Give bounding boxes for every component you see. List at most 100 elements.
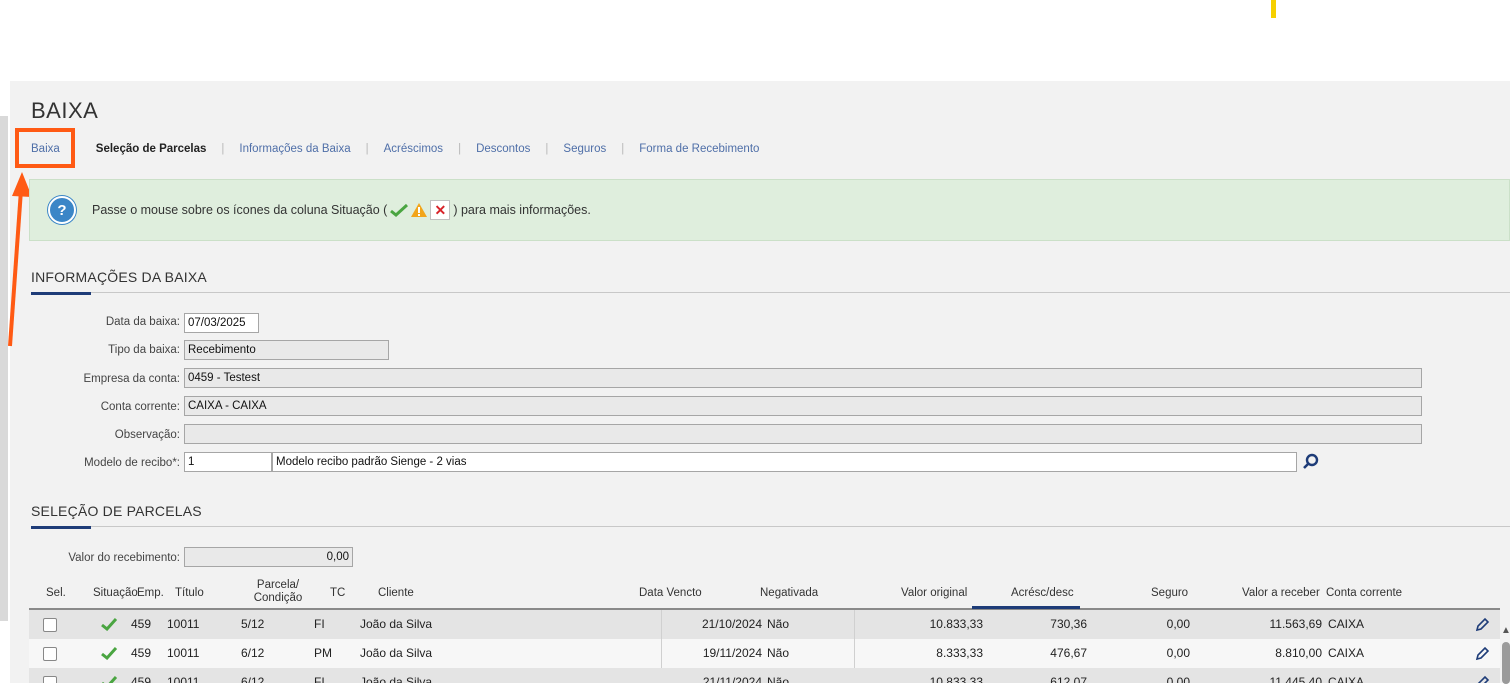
- cell-valor-receber: 11.445,40: [1269, 675, 1323, 683]
- table-row[interactable]: 459 10011 5/12 FI João da Silva 21/10/20…: [29, 610, 1500, 639]
- tab-acrescimos[interactable]: Acréscimos: [384, 143, 443, 155]
- data-baixa-field[interactable]: [184, 313, 259, 333]
- col-titulo[interactable]: Título: [175, 587, 204, 599]
- column-divider: [854, 610, 855, 639]
- cell-parcela: 6/12: [241, 675, 265, 683]
- col-valor-original[interactable]: Valor original: [901, 587, 967, 599]
- tipo-baixa-field[interactable]: [184, 340, 389, 360]
- column-divider: [854, 639, 855, 668]
- cell-vencto: 19/11/2024: [702, 646, 762, 660]
- cell-vencto: 21/10/2024: [701, 617, 762, 631]
- scrollbar-thumb[interactable]: [1502, 642, 1510, 684]
- cell-parcela: 6/12: [241, 646, 265, 660]
- tab-selecao-parcelas[interactable]: Seleção de Parcelas: [96, 143, 207, 155]
- section-divider: [31, 526, 1510, 527]
- col-acresc-desc[interactable]: Acrésc/desc: [1011, 587, 1074, 599]
- cell-seguro: 0,00: [1166, 675, 1190, 683]
- error-icon: ✕: [430, 200, 451, 220]
- scroll-up-icon[interactable]: ▲: [1501, 625, 1510, 636]
- valor-recebimento-field[interactable]: [184, 547, 353, 567]
- banner-text-before: Passe o mouse sobre os ícones da coluna …: [92, 203, 388, 217]
- tab-forma-recebimento[interactable]: Forma de Recebimento: [639, 143, 759, 155]
- banner-icons: ✕: [390, 200, 451, 220]
- col-cliente[interactable]: Cliente: [378, 587, 414, 599]
- cell-valor-original: 8.333,33: [936, 646, 983, 660]
- col-condicao[interactable]: Condição: [251, 592, 305, 604]
- col-negativada[interactable]: Negativada: [760, 587, 818, 599]
- column-divider: [661, 610, 662, 639]
- col-tc[interactable]: TC: [330, 587, 345, 599]
- col-valor-receber[interactable]: Valor a receber: [1242, 587, 1320, 599]
- col-parcela[interactable]: Parcela/: [253, 579, 303, 591]
- cell-acresc-desc: 476,67: [1050, 646, 1087, 660]
- edit-icon[interactable]: [1475, 617, 1490, 632]
- empresa-conta-label: Empresa da conta:: [83, 373, 180, 385]
- warning-icon: [411, 203, 428, 217]
- row-select-checkbox[interactable]: [43, 618, 57, 632]
- highlight-box: [15, 128, 75, 168]
- cell-valor-original: 10.833,33: [929, 675, 983, 683]
- search-icon[interactable]: [1301, 452, 1321, 472]
- tab-seguros[interactable]: Seguros: [563, 143, 606, 155]
- tab-bar: Baixa Seleção de Parcelas | Informações …: [31, 141, 759, 157]
- column-divider: [661, 639, 662, 668]
- cell-cliente: João da Silva: [360, 675, 433, 683]
- table-row[interactable]: 459 10011 6/12 FI João da Silva 21/11/20…: [29, 668, 1500, 683]
- cell-valor-receber: 8.810,00: [1275, 646, 1322, 660]
- cell-acresc-desc: 612,07: [1050, 675, 1087, 683]
- tab-separator: |: [545, 143, 549, 155]
- check-icon[interactable]: [101, 646, 117, 660]
- cell-valor-receber: 11.563,69: [1269, 617, 1323, 631]
- col-situacao[interactable]: Situação: [93, 587, 138, 599]
- conta-corrente-field[interactable]: [184, 396, 1422, 416]
- cell-negativada: Não: [767, 646, 790, 660]
- col-sel[interactable]: Sel.: [46, 587, 66, 599]
- tab-descontos[interactable]: Descontos: [476, 143, 530, 155]
- empresa-conta-field[interactable]: [184, 368, 1422, 388]
- banner-text: Passe o mouse sobre os ícones da coluna …: [92, 200, 591, 220]
- section-title-selecao: SELEÇÃO DE PARCELAS: [31, 503, 202, 519]
- col-seguro[interactable]: Seguro: [1151, 587, 1188, 599]
- cell-tc: FI: [314, 617, 325, 631]
- cell-tc: FI: [314, 675, 325, 683]
- valor-recebimento-label: Valor do recebimento:: [68, 552, 180, 564]
- cell-cliente: João da Silva: [360, 646, 433, 660]
- top-area: [0, 0, 1510, 81]
- tab-separator: |: [458, 143, 462, 155]
- col-emp[interactable]: Emp.: [137, 587, 164, 599]
- observacao-field[interactable]: [184, 424, 1422, 444]
- col-data-vencto[interactable]: Data Vencto: [639, 587, 702, 599]
- banner-text-after: ) para mais informações.: [453, 203, 591, 217]
- check-icon[interactable]: [101, 617, 117, 631]
- section-title-informacoes: INFORMAÇÕES DA BAIXA: [31, 269, 207, 285]
- section-accent: [31, 292, 91, 295]
- data-baixa-label: Data da baixa:: [105, 316, 180, 328]
- row-select-checkbox[interactable]: [43, 676, 57, 683]
- cell-conta: CAIXA: [1328, 675, 1365, 683]
- cell-conta: CAIXA: [1328, 617, 1365, 631]
- edit-icon[interactable]: [1475, 675, 1490, 683]
- modelo-recibo-code-field[interactable]: [184, 452, 272, 472]
- cell-tc: PM: [314, 646, 332, 660]
- table-row[interactable]: 459 10011 6/12 PM João da Silva 19/11/20…: [29, 639, 1500, 668]
- tipo-baixa-label: Tipo da baixa:: [108, 344, 180, 356]
- cell-emp: 459: [131, 617, 152, 631]
- cell-negativada: Não: [767, 675, 790, 683]
- help-icon: ?: [48, 196, 76, 224]
- info-banner: ? Passe o mouse sobre os ícones da colun…: [29, 179, 1510, 241]
- observacao-label: Observação:: [114, 429, 180, 441]
- tab-separator: |: [621, 143, 625, 155]
- cell-acresc-desc: 730,36: [1050, 617, 1087, 631]
- check-icon[interactable]: [101, 675, 117, 683]
- edit-icon[interactable]: [1475, 646, 1490, 661]
- tab-separator: |: [365, 143, 369, 155]
- modelo-recibo-label: Modelo de recibo*:: [84, 457, 180, 469]
- tab-informacoes-baixa[interactable]: Informações da Baixa: [239, 143, 350, 155]
- cell-cliente: João da Silva: [360, 617, 433, 631]
- col-conta-corrente[interactable]: Conta corrente: [1326, 587, 1402, 599]
- sort-indicator: [972, 606, 1080, 609]
- check-icon: [390, 203, 409, 217]
- row-select-checkbox[interactable]: [43, 647, 57, 661]
- cell-conta: CAIXA: [1328, 646, 1365, 660]
- modelo-recibo-desc-field[interactable]: [272, 452, 1297, 472]
